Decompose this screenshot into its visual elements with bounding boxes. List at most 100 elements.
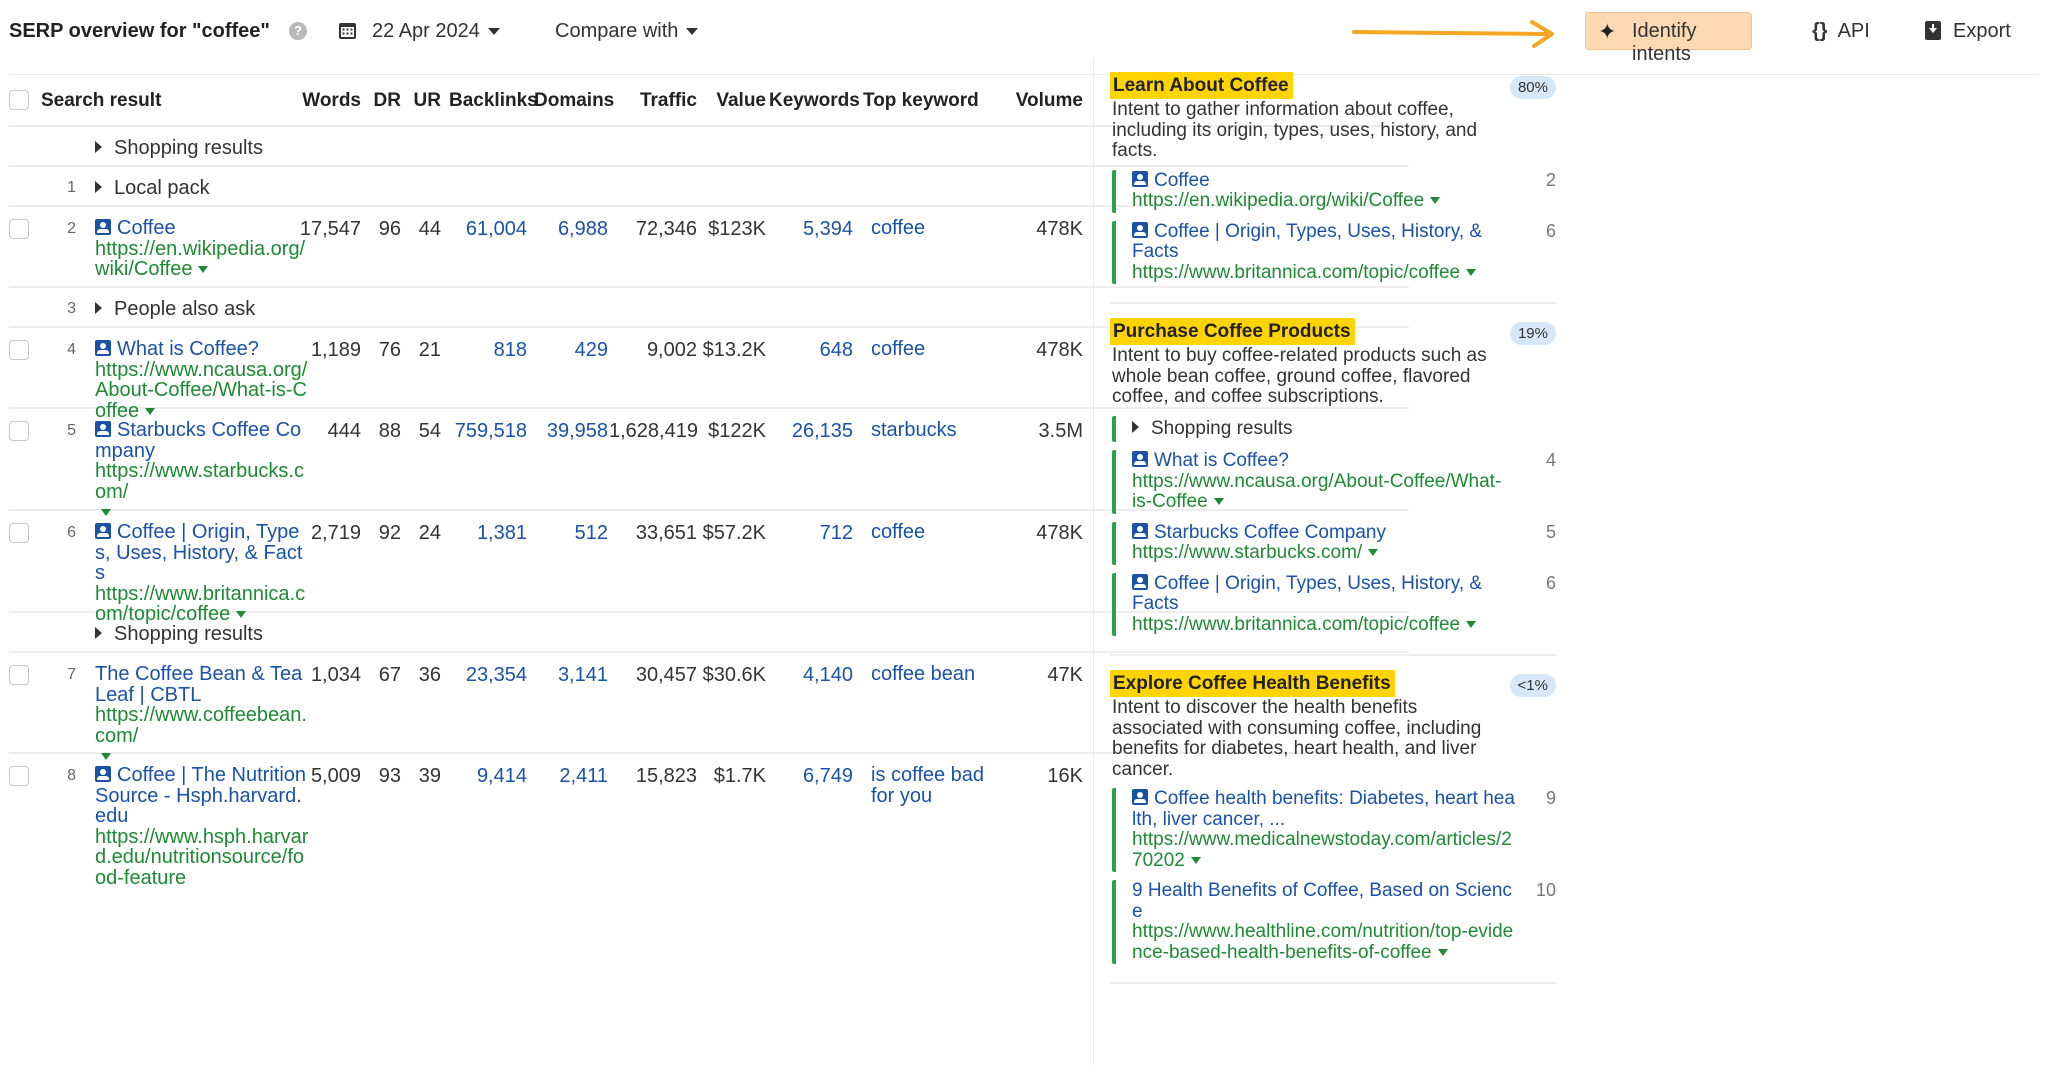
expand-group-toggle[interactable]: People also ask [95,298,255,321]
intent-result-url-link[interactable]: https://en.wikipedia.org/wiki/Coffee [1132,190,1441,211]
top-keyword-link[interactable]: coffee bean [871,664,1021,685]
intent-result: Coffee health benefits: Diabetes, heart … [1112,788,1556,872]
select-all-checkbox[interactable] [9,90,29,110]
identify-intents-button[interactable]: ✦ Identify intents [1585,12,1752,65]
column-header-traffic[interactable]: Traffic [609,90,697,112]
compare-with-dropdown[interactable]: Compare with [555,20,699,43]
domains-link[interactable]: 2,411 [534,765,608,788]
result-title-link[interactable]: Coffee | The Nutrition Source - Hsph.har… [95,764,306,827]
dropdown-arrow-icon[interactable] [1190,856,1201,864]
intent-result-position: 10 [1535,880,1556,900]
intent-description: Intent to discover the health benefits a… [1112,697,1482,780]
dropdown-arrow-icon[interactable] [1213,498,1224,505]
backlinks-link[interactable]: 9,414 [449,765,527,788]
column-header-value[interactable]: Value [699,90,766,112]
row-checkbox[interactable] [9,665,29,685]
top-keyword-link[interactable]: coffee [871,218,1021,239]
row-checkbox[interactable] [9,766,29,786]
keywords-link[interactable]: 648 [769,339,853,362]
date-selector[interactable]: 22 Apr 2024 [372,20,500,43]
image-icon [1132,573,1148,590]
api-button[interactable]: {} API [1812,20,1870,43]
result-title-link[interactable]: The Coffee Bean & Tea Leaf | CBTL [95,663,302,706]
dropdown-arrow-icon[interactable] [1437,948,1448,956]
result-title-link[interactable]: Coffee [95,217,176,239]
dropdown-arrow-icon[interactable] [198,266,209,273]
domains-link[interactable]: 512 [534,522,608,545]
intent-result-title-link[interactable]: What is Coffee? [1132,450,1289,471]
backlinks-link[interactable]: 818 [449,339,527,362]
result-title-link[interactable]: What is Coffee? [95,338,259,360]
result-url-link[interactable]: https://en.wikipedia.org/wiki/Coffee [95,238,305,281]
column-header-words[interactable]: Words [299,90,361,112]
image-icon [95,766,111,782]
row-checkbox[interactable] [9,421,29,441]
row-checkbox[interactable] [9,523,29,543]
expand-group-toggle[interactable]: Shopping results [95,137,263,160]
row-checkbox[interactable] [9,219,29,239]
intent-result-position: 6 [1545,572,1556,593]
help-icon[interactable]: ? [289,22,307,40]
keywords-link[interactable]: 4,140 [769,664,853,687]
column-header-ur[interactable]: UR [409,90,441,112]
dr-value: 93 [378,765,401,787]
column-header-volume[interactable]: Volume [1009,90,1083,112]
position-number: 6 [67,524,76,541]
intent-result-title-link[interactable]: Starbucks Coffee Company [1132,522,1386,543]
column-header-domains[interactable]: Domains [534,90,614,112]
result-title-link[interactable]: Starbucks Coffee Company [95,419,301,462]
top-keyword-link[interactable]: coffee [871,339,1021,360]
backlinks-link[interactable]: 23,354 [449,664,527,687]
keywords-link[interactable]: 6,749 [769,765,853,788]
intent-result-title-link[interactable]: 9 Health Benefits of Coffee, Based on Sc… [1132,880,1512,922]
caret-right-icon [95,181,102,193]
column-header-backlinks[interactable]: Backlinks [449,90,538,112]
backlinks-link[interactable]: 61,004 [449,218,527,241]
column-header-dr[interactable]: DR [369,90,401,112]
dropdown-arrow-icon[interactable] [1466,268,1477,276]
dropdown-arrow-icon[interactable] [1368,549,1379,556]
intent-result-url-link[interactable]: https://www.medicalnewstoday.com/article… [1132,829,1512,871]
column-header-keywords[interactable]: Keywords [769,90,860,112]
words-value: 444 [327,420,361,442]
expand-group-toggle[interactable]: Local pack [95,177,210,200]
dropdown-arrow-icon[interactable] [1466,620,1477,628]
keywords-link[interactable]: 712 [769,522,853,545]
result-url-link[interactable]: https://www.hsph.harvard.edu/nutritionso… [95,826,308,889]
column-header-top-keyword[interactable]: Top keyword [863,90,979,112]
volume-value: 3.5M [1038,420,1083,442]
intent-result-url-link[interactable]: https://www.britannica.com/topic/coffee [1132,614,1477,635]
intent-result-url-link[interactable]: https://www.britannica.com/topic/coffee [1132,262,1477,283]
backlinks-link[interactable]: 759,518 [449,420,527,443]
traffic-value: 30,457 [635,664,697,686]
domains-link[interactable]: 429 [534,339,608,362]
intent-result-url-link[interactable]: https://www.starbucks.com/ [1132,542,1379,563]
top-keyword-link[interactable]: is coffee bad for you [871,765,1001,806]
intent-result-title-link[interactable]: Coffee health benefits: Diabetes, heart … [1132,788,1515,830]
row-checkbox[interactable] [9,340,29,360]
expand-group-toggle[interactable]: Shopping results [95,623,263,646]
keywords-link[interactable]: 26,135 [769,420,853,443]
intent-result-title-link[interactable]: Coffee | Origin, Types, Uses, History, &… [1132,573,1482,615]
value-amount: $57.2K [702,522,766,544]
export-button[interactable]: Export [1925,20,2011,43]
intent-result-title-link[interactable]: Coffee [1132,170,1210,191]
intent-result-title-link[interactable]: Coffee | Origin, Types, Uses, History, &… [1132,221,1482,263]
intent-result-url-link[interactable]: https://www.ncausa.org/About-Coffee/What… [1132,471,1501,513]
top-keyword-link[interactable]: starbucks [871,420,1021,441]
intent-result-url-link[interactable]: https://www.healthline.com/nutrition/top… [1132,921,1513,963]
column-header-search-result[interactable]: Search result [41,90,161,112]
keywords-link[interactable]: 5,394 [769,218,853,241]
backlinks-link[interactable]: 1,381 [449,522,527,545]
intent-title: Learn About Coffee [1110,72,1293,99]
domains-link[interactable]: 6,988 [534,218,608,241]
domains-link[interactable]: 3,141 [534,664,608,687]
export-label: Export [1953,20,2011,42]
result-cell: The Coffee Bean & Tea Leaf | CBTL https:… [95,664,307,767]
domains-link[interactable]: 39,958 [534,420,608,443]
result-title-link[interactable]: Coffee | Origin, Types, Uses, History, &… [95,521,302,584]
group-label: People also ask [114,298,256,320]
dropdown-arrow-icon[interactable] [1430,197,1441,204]
top-keyword-link[interactable]: coffee [871,522,1021,543]
intent-result-group[interactable]: Shopping results [1112,415,1556,442]
